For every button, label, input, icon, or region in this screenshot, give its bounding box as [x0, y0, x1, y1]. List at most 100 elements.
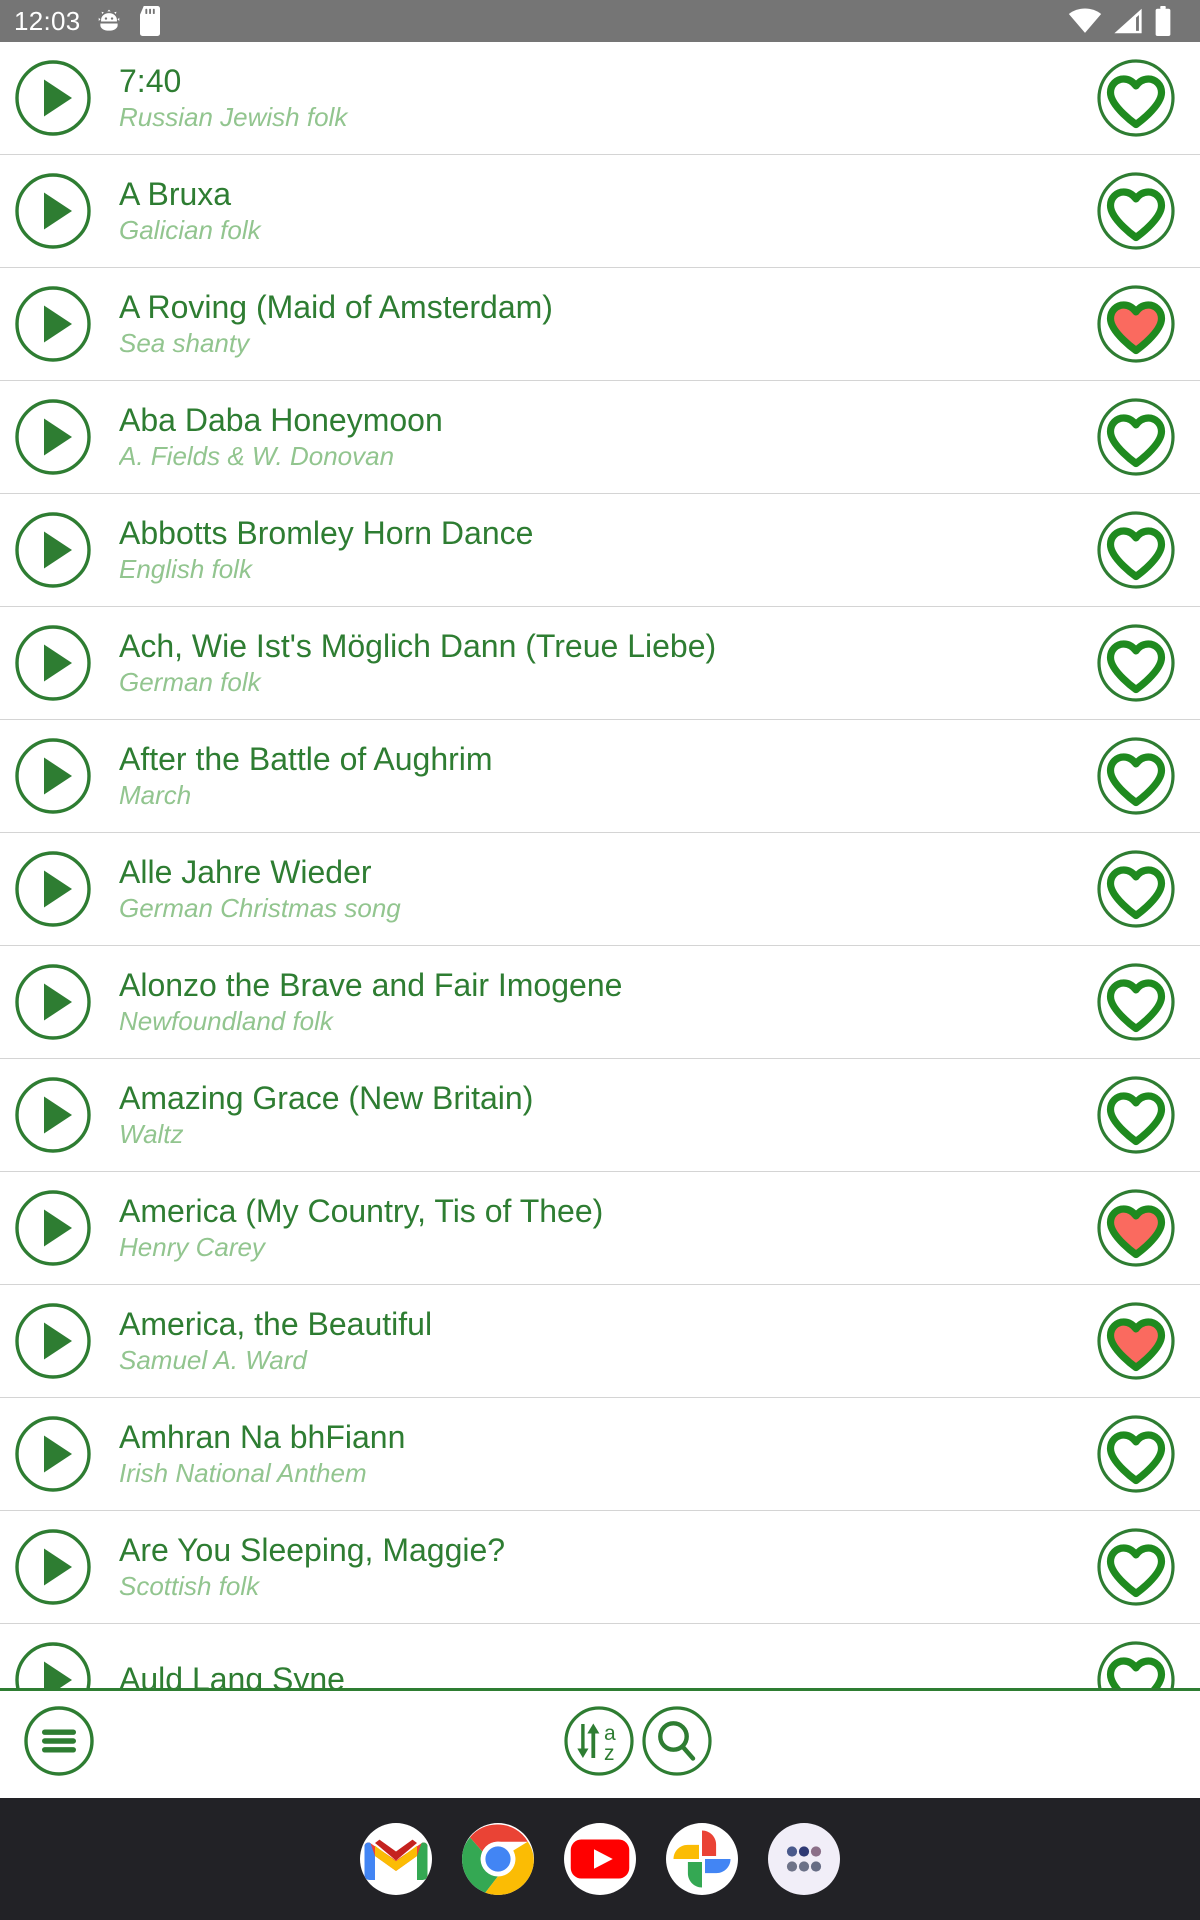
favorite-button[interactable]: [1094, 169, 1178, 253]
song-title: Are You Sleeping, Maggie?: [119, 1533, 506, 1569]
song-subtitle: March: [119, 780, 192, 810]
song-subtitle: Galician folk: [119, 215, 261, 245]
song-text-block[interactable]: A Bruxa Galician folk: [94, 177, 1094, 245]
song-text-block[interactable]: America, the Beautiful Samuel A. Ward: [94, 1307, 1094, 1375]
song-row[interactable]: Are You Sleeping, Maggie? Scottish folk: [0, 1511, 1200, 1624]
song-subtitle: Waltz: [119, 1119, 184, 1149]
song-text-block[interactable]: Auld Lang Syne: [94, 1662, 1094, 1688]
play-button[interactable]: [12, 283, 94, 365]
play-button[interactable]: [12, 1074, 94, 1156]
song-row[interactable]: America, the Beautiful Samuel A. Ward: [0, 1285, 1200, 1398]
song-row[interactable]: Amhran Na bhFiann Irish National Anthem: [0, 1398, 1200, 1511]
favorite-button[interactable]: [1094, 395, 1178, 479]
favorite-button[interactable]: [1094, 960, 1178, 1044]
toolbar-center-actions: a z: [561, 1703, 715, 1779]
play-button[interactable]: [12, 622, 94, 704]
play-button[interactable]: [12, 735, 94, 817]
song-text-block[interactable]: Are You Sleeping, Maggie? Scottish folk: [94, 1533, 1094, 1601]
play-button[interactable]: [12, 1526, 94, 1608]
play-icon: [15, 851, 91, 927]
song-title: 7:40: [119, 64, 182, 100]
favorite-button[interactable]: [1094, 1412, 1178, 1496]
play-button[interactable]: [12, 170, 94, 252]
heart-icon: [1097, 285, 1175, 363]
search-button[interactable]: [639, 1703, 715, 1779]
favorite-button[interactable]: [1094, 734, 1178, 818]
favorite-button[interactable]: [1094, 1525, 1178, 1609]
song-list[interactable]: 7:40 Russian Jewish folk A Bruxa Galician …: [0, 42, 1200, 1688]
song-title: A Bruxa: [119, 177, 232, 213]
sort-button[interactable]: a z: [561, 1703, 637, 1779]
hamburger-menu-icon: [24, 1706, 94, 1776]
song-row[interactable]: Ach, Wie Ist's Möglich Dann (Treue Liebe…: [0, 607, 1200, 720]
song-text-block[interactable]: A Roving (Maid of Amsterdam) Sea shanty: [94, 290, 1094, 358]
song-subtitle: A. Fields & W. Donovan: [119, 441, 395, 471]
youtube-app-icon[interactable]: [564, 1823, 636, 1895]
play-icon: [15, 964, 91, 1040]
favorite-button[interactable]: [1094, 1638, 1178, 1688]
heart-icon: [1097, 850, 1175, 928]
svg-text:z: z: [604, 1742, 615, 1765]
chrome-app-icon[interactable]: [462, 1823, 534, 1895]
play-button[interactable]: [12, 1187, 94, 1269]
song-text-block[interactable]: Alle Jahre Wieder German Christmas song: [94, 855, 1094, 923]
heart-icon: [1097, 624, 1175, 702]
status-right-icons: [1068, 6, 1186, 36]
favorite-button[interactable]: [1094, 1299, 1178, 1383]
bottom-toolbar: a z: [0, 1688, 1200, 1798]
song-text-block[interactable]: Amazing Grace (New Britain) Waltz: [94, 1081, 1094, 1149]
favorite-button[interactable]: [1094, 508, 1178, 592]
play-button[interactable]: [12, 396, 94, 478]
heart-icon: [1097, 398, 1175, 476]
song-text-block[interactable]: Alonzo the Brave and Fair Imogene Newfoun…: [94, 968, 1094, 1036]
song-row[interactable]: Aba Daba Honeymoon A. Fields & W. Donovan: [0, 381, 1200, 494]
favorite-button[interactable]: [1094, 1073, 1178, 1157]
favorite-button[interactable]: [1094, 1186, 1178, 1270]
song-row[interactable]: Alle Jahre Wieder German Christmas song: [0, 833, 1200, 946]
song-row[interactable]: Alonzo the Brave and Fair Imogene Newfoun…: [0, 946, 1200, 1059]
song-row[interactable]: A Roving (Maid of Amsterdam) Sea shanty: [0, 268, 1200, 381]
heart-icon: [1097, 963, 1175, 1041]
play-button[interactable]: [12, 961, 94, 1043]
app-drawer-icon[interactable]: [768, 1823, 840, 1895]
song-title: Abbotts Bromley Horn Dance: [119, 516, 534, 552]
song-text-block[interactable]: Aba Daba Honeymoon A. Fields & W. Donovan: [94, 403, 1094, 471]
song-row[interactable]: After the Battle of Aughrim March: [0, 720, 1200, 833]
song-text-block[interactable]: Abbotts Bromley Horn Dance English folk: [94, 516, 1094, 584]
play-button[interactable]: [12, 1413, 94, 1495]
play-icon: [15, 1077, 91, 1153]
play-button[interactable]: [12, 1639, 94, 1688]
play-icon: [15, 60, 91, 136]
song-row[interactable]: America (My Country, Tis of Thee) Henry C…: [0, 1172, 1200, 1285]
song-row[interactable]: Amazing Grace (New Britain) Waltz: [0, 1059, 1200, 1172]
song-row[interactable]: A Bruxa Galician folk: [0, 155, 1200, 268]
play-button[interactable]: [12, 57, 94, 139]
song-title: A Roving (Maid of Amsterdam): [119, 290, 553, 326]
play-button[interactable]: [12, 1300, 94, 1382]
song-text-block[interactable]: Amhran Na bhFiann Irish National Anthem: [94, 1420, 1094, 1488]
song-text-block[interactable]: 7:40 Russian Jewish folk: [94, 64, 1094, 132]
play-button[interactable]: [12, 509, 94, 591]
song-text-block[interactable]: After the Battle of Aughrim March: [94, 742, 1094, 810]
search-icon: [642, 1706, 712, 1776]
song-row[interactable]: Abbotts Bromley Horn Dance English folk: [0, 494, 1200, 607]
play-icon: [15, 286, 91, 362]
song-subtitle: Henry Carey: [119, 1232, 265, 1262]
song-subtitle: German Christmas song: [119, 893, 401, 923]
play-icon: [15, 738, 91, 814]
battery-icon: [1155, 6, 1171, 36]
favorite-button[interactable]: [1094, 282, 1178, 366]
gmail-app-icon[interactable]: [360, 1823, 432, 1895]
sort-alphabetical-icon: a z: [564, 1706, 634, 1776]
song-text-block[interactable]: Ach, Wie Ist's Möglich Dann (Treue Liebe…: [94, 629, 1094, 697]
song-text-block[interactable]: America (My Country, Tis of Thee) Henry C…: [94, 1194, 1094, 1262]
favorite-button[interactable]: [1094, 621, 1178, 705]
song-row[interactable]: Auld Lang Syne: [0, 1624, 1200, 1688]
play-button[interactable]: [12, 848, 94, 930]
hamburger-menu-button[interactable]: [22, 1704, 96, 1778]
favorite-button[interactable]: [1094, 56, 1178, 140]
song-row[interactable]: 7:40 Russian Jewish folk: [0, 42, 1200, 155]
google-photos-app-icon[interactable]: [666, 1823, 738, 1895]
song-subtitle: Newfoundland folk: [119, 1006, 333, 1036]
favorite-button[interactable]: [1094, 847, 1178, 931]
